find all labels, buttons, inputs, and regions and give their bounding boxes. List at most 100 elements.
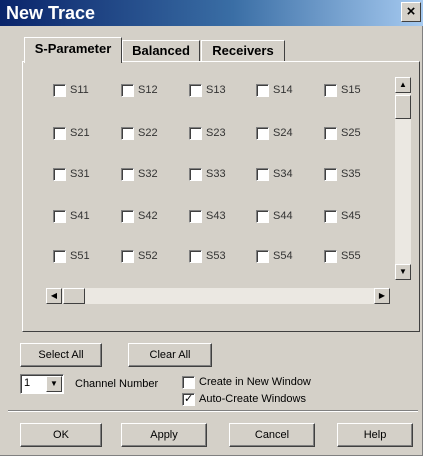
sparam-option-s34[interactable]: S34 xyxy=(256,166,293,182)
sparam-option-s15[interactable]: S15 xyxy=(324,82,361,98)
sparam-checkbox[interactable] xyxy=(256,126,269,140)
sparam-option-s32[interactable]: S32 xyxy=(121,166,158,182)
sparam-checkbox[interactable] xyxy=(324,167,337,181)
sparam-option-s53[interactable]: S53 xyxy=(189,248,226,264)
sparam-option-s13[interactable]: S13 xyxy=(189,82,226,98)
sparam-option-s44[interactable]: S44 xyxy=(256,208,293,224)
cancel-button[interactable]: Cancel xyxy=(229,423,315,447)
sparam-checkbox[interactable] xyxy=(121,249,134,263)
help-label: Help xyxy=(363,429,387,441)
tab-balanced[interactable]: Balanced xyxy=(122,40,200,62)
sparam-checkbox[interactable] xyxy=(189,167,202,181)
sparam-option-s45[interactable]: S45 xyxy=(324,208,361,224)
sparam-checkbox[interactable] xyxy=(189,249,202,263)
sparam-checkbox[interactable] xyxy=(121,126,134,140)
horizontal-scrollbar[interactable]: ◀ ▶ xyxy=(46,288,390,304)
vertical-scrollbar[interactable]: ▲ ▼ xyxy=(395,77,411,280)
sparam-checkbox[interactable] xyxy=(121,167,134,181)
sparam-option-s54[interactable]: S54 xyxy=(256,248,293,264)
arrow-down-icon: ▼ xyxy=(399,267,407,276)
window-title: New Trace xyxy=(6,3,96,23)
sparam-option-s25[interactable]: S25 xyxy=(324,125,361,141)
close-button[interactable]: × xyxy=(401,2,421,22)
auto-create-windows-label: Auto-Create Windows xyxy=(199,393,306,405)
apply-button[interactable]: Apply xyxy=(121,423,207,447)
sparam-checkbox[interactable] xyxy=(324,249,337,263)
create-new-window-checkbox[interactable] xyxy=(182,375,195,389)
clear-all-button[interactable]: Clear All xyxy=(128,343,212,367)
sparam-label: S24 xyxy=(273,127,293,139)
sparam-label: S45 xyxy=(341,210,361,222)
sparam-option-s35[interactable]: S35 xyxy=(324,166,361,182)
sparam-label: S35 xyxy=(341,168,361,180)
auto-create-windows-option[interactable]: ✓ Auto-Create Windows xyxy=(182,391,306,407)
sparam-label: S13 xyxy=(206,84,226,96)
sparam-label: S15 xyxy=(341,84,361,96)
sparam-label: S43 xyxy=(206,210,226,222)
help-button[interactable]: Help xyxy=(337,423,413,447)
scroll-right-button[interactable]: ▶ xyxy=(374,288,390,304)
channel-number-label: Channel Number xyxy=(75,378,159,390)
tab-label: Balanced xyxy=(132,43,190,58)
create-new-window-option[interactable]: Create in New Window xyxy=(182,374,311,390)
sparam-label: S55 xyxy=(341,250,361,262)
sparam-option-s14[interactable]: S14 xyxy=(256,82,293,98)
scroll-up-button[interactable]: ▲ xyxy=(395,77,411,93)
horizontal-scroll-thumb[interactable] xyxy=(63,288,85,304)
sparam-option-s41[interactable]: S41 xyxy=(53,208,90,224)
arrow-up-icon: ▲ xyxy=(399,80,407,89)
scroll-left-button[interactable]: ◀ xyxy=(46,288,62,304)
auto-create-windows-checkbox[interactable]: ✓ xyxy=(182,392,195,406)
sparam-label: S41 xyxy=(70,210,90,222)
sparam-checkbox[interactable] xyxy=(256,83,269,97)
sparam-option-s51[interactable]: S51 xyxy=(53,248,90,264)
divider xyxy=(8,410,418,412)
sparam-option-s12[interactable]: S12 xyxy=(121,82,158,98)
dropdown-button[interactable]: ▼ xyxy=(46,376,62,392)
sparam-option-s23[interactable]: S23 xyxy=(189,125,226,141)
sparam-checkbox[interactable] xyxy=(256,167,269,181)
sparam-label: S21 xyxy=(70,127,90,139)
sparam-option-s21[interactable]: S21 xyxy=(53,125,90,141)
select-all-button[interactable]: Select All xyxy=(20,343,102,367)
sparam-checkbox[interactable] xyxy=(256,209,269,223)
sparam-option-s55[interactable]: S55 xyxy=(324,248,361,264)
sparam-option-s52[interactable]: S52 xyxy=(121,248,158,264)
sparam-checkbox[interactable] xyxy=(324,126,337,140)
scroll-down-button[interactable]: ▼ xyxy=(395,264,411,280)
chevron-down-icon: ▼ xyxy=(50,379,58,388)
sparam-checkbox[interactable] xyxy=(53,83,66,97)
vertical-scroll-thumb[interactable] xyxy=(395,95,411,119)
sparam-checkbox[interactable] xyxy=(189,209,202,223)
channel-number-select[interactable]: 1 ▼ xyxy=(20,374,64,394)
sparam-label: S22 xyxy=(138,127,158,139)
sparam-option-s43[interactable]: S43 xyxy=(189,208,226,224)
sparam-checkbox[interactable] xyxy=(53,249,66,263)
tab-s-parameter[interactable]: S-Parameter xyxy=(24,37,122,63)
sparam-option-s24[interactable]: S24 xyxy=(256,125,293,141)
sparam-checkbox[interactable] xyxy=(53,126,66,140)
sparam-checkbox[interactable] xyxy=(53,167,66,181)
ok-button[interactable]: OK xyxy=(20,423,102,447)
sparam-checkbox[interactable] xyxy=(324,83,337,97)
sparam-label: S42 xyxy=(138,210,158,222)
sparam-checkbox[interactable] xyxy=(189,83,202,97)
sparam-option-s31[interactable]: S31 xyxy=(53,166,90,182)
title-bar[interactable]: New Trace × xyxy=(0,0,423,26)
sparam-label: S11 xyxy=(70,84,89,96)
sparam-option-s42[interactable]: S42 xyxy=(121,208,158,224)
tab-receivers[interactable]: Receivers xyxy=(201,40,285,62)
select-all-label: Select All xyxy=(38,349,84,361)
sparam-checkbox[interactable] xyxy=(189,126,202,140)
sparam-label: S53 xyxy=(206,250,226,262)
sparam-checkbox[interactable] xyxy=(324,209,337,223)
sparam-option-s22[interactable]: S22 xyxy=(121,125,158,141)
sparam-checkbox[interactable] xyxy=(53,209,66,223)
sparam-checkbox[interactable] xyxy=(256,249,269,263)
sparam-option-s11[interactable]: S11 xyxy=(53,82,89,98)
sparam-option-s33[interactable]: S33 xyxy=(189,166,226,182)
ok-label: OK xyxy=(53,429,69,441)
sparam-label: S12 xyxy=(138,84,158,96)
sparam-checkbox[interactable] xyxy=(121,83,134,97)
sparam-checkbox[interactable] xyxy=(121,209,134,223)
